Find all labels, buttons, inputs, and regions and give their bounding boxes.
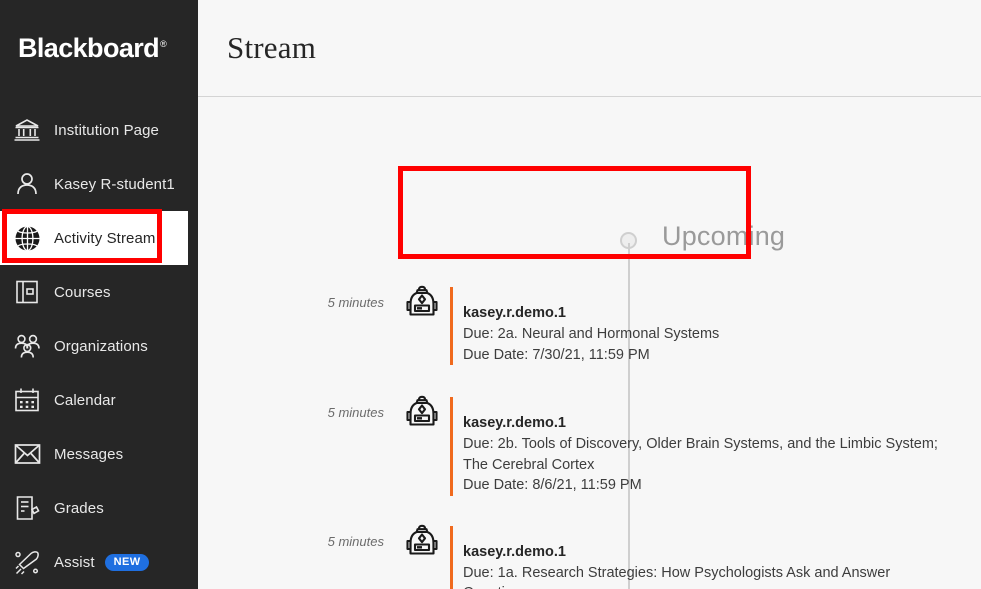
sidebar-item-messages[interactable]: Messages (0, 427, 198, 481)
brand-trademark: ® (160, 39, 167, 49)
brand-name: Blackboard® (18, 33, 167, 63)
stream-item-time: 5 minutes (327, 405, 384, 420)
calendar-icon (10, 383, 44, 417)
sidebar-item-assist[interactable]: Assist NEW (0, 535, 198, 589)
stream-item[interactable]: 5 minutes (198, 375, 981, 504)
sidebar-item-activity-stream[interactable]: Activity Stream (0, 211, 188, 265)
stream-item-description: Due: 2b. Tools of Discovery, Older Brain… (463, 436, 938, 473)
sidebar-item-profile[interactable]: Kasey R-student1 (0, 157, 198, 211)
messages-icon (10, 437, 44, 471)
stream-item-body: kasey.r.demo.1 Due: 2a. Neural and Hormo… (450, 287, 981, 366)
stream-item-description: Due: 2a. Neural and Hormonal Systems (463, 326, 720, 343)
status-badge-new: NEW (104, 553, 150, 571)
sidebar-item-courses[interactable]: Courses (0, 265, 198, 319)
stream-item[interactable]: 5 minutes (198, 265, 981, 375)
stream-item-body: kasey.r.demo.1 Due: 1a. Research Strateg… (450, 525, 981, 589)
sidebar-item-label: Calendar (54, 391, 116, 409)
sidebar-item-label: Institution Page (54, 121, 160, 139)
stream-item-due-date: Due Date: 7/30/21, 11:59 PM (463, 346, 650, 363)
sidebar-item-organizations[interactable]: Organizations (0, 319, 198, 373)
upcoming-section-title: Upcoming (662, 221, 786, 251)
stream-item[interactable]: 5 minutes (198, 504, 981, 589)
stream-item-time: 5 minutes (327, 533, 384, 549)
backpack-icon (402, 282, 442, 322)
stream-item-course: kasey.r.demo.1 (463, 543, 566, 560)
sidebar-item-institution-page[interactable]: Institution Page (0, 103, 198, 157)
backpack-icon (402, 392, 442, 432)
activity-stream-area: Upcoming 5 minutes kasey.r.demo.1 Due: 2… (198, 97, 981, 589)
assist-icon (10, 545, 44, 579)
stream-item-time: 5 minutes (327, 295, 384, 310)
brand-logo[interactable]: Blackboard® (0, 0, 198, 97)
sidebar: Blackboard® Institution Page Kasey R-stu… (0, 0, 198, 589)
sidebar-item-label: Activity Stream (54, 229, 156, 247)
sidebar-item-calendar[interactable]: Calendar (0, 373, 198, 427)
sidebar-item-label: Grades (54, 499, 104, 517)
organizations-icon (10, 329, 44, 363)
stream-item-course: kasey.r.demo.1 (463, 305, 566, 321)
stream-item-course: kasey.r.demo.1 (463, 415, 566, 431)
stream-item-due-date: Due Date: 8/6/21, 11:59 PM (463, 477, 642, 494)
sidebar-item-grades[interactable]: Grades (0, 481, 198, 535)
page-title: Stream (227, 30, 317, 65)
main-header: Stream (198, 0, 981, 97)
grades-icon (10, 491, 44, 525)
sidebar-item-label: Organizations (54, 337, 148, 355)
sidebar-item-label: Assist (54, 553, 95, 571)
stream-list: 5 minutes kasey.r.demo.1 Due: 2a. Neural… (198, 265, 981, 589)
stream-item-icon-wrap (394, 375, 450, 432)
backpack-icon (402, 520, 442, 561)
stream-item-body: kasey.r.demo.1 Due: 2b. Tools of Discove… (450, 397, 981, 496)
globe-icon (10, 221, 44, 255)
sidebar-item-label: Messages (54, 445, 124, 463)
person-icon (10, 167, 44, 201)
main-content: Stream Upcoming 5 minutes kasey.r.demo.1… (198, 0, 981, 589)
sidebar-item-label: Kasey R-student1 (54, 175, 175, 193)
stream-item-icon-wrap (394, 504, 450, 561)
stream-item-description: Due: 1a. Research Strategies: How Psycho… (463, 564, 891, 589)
stream-item-icon-wrap (394, 265, 450, 322)
courses-icon (10, 275, 44, 309)
institution-icon (10, 113, 44, 147)
sidebar-nav: Institution Page Kasey R-student1 Activi… (0, 97, 198, 589)
blackboard-app: Blackboard® Institution Page Kasey R-stu… (0, 0, 981, 589)
sidebar-item-label: Courses (54, 283, 111, 301)
